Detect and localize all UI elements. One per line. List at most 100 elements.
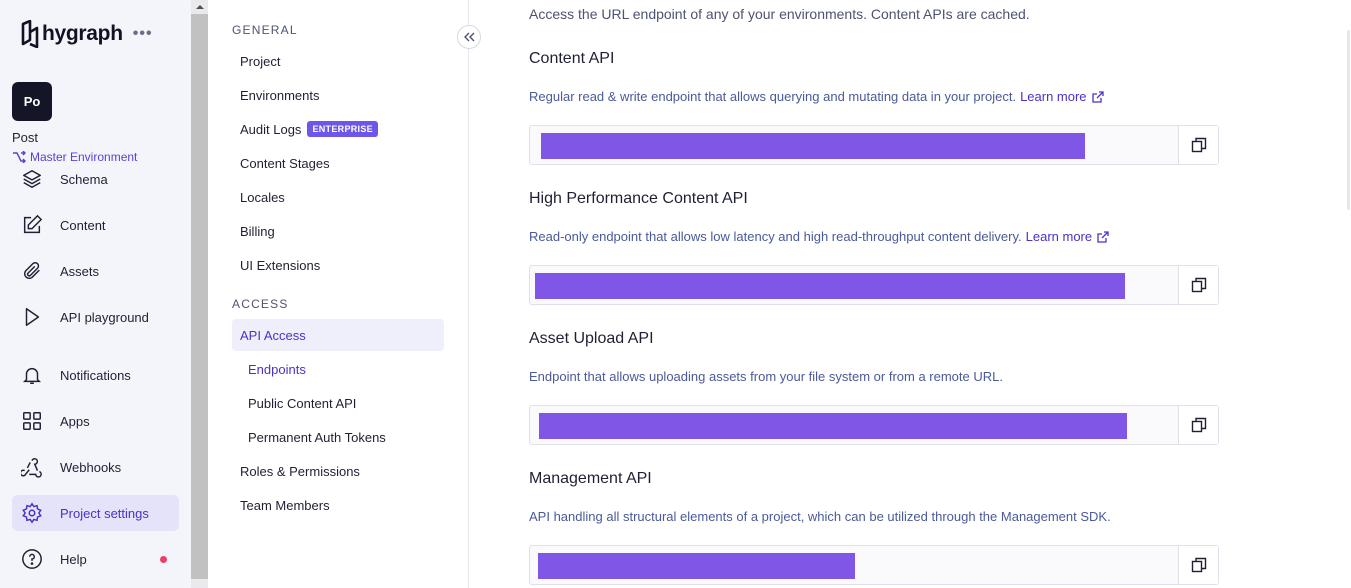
section-title-general: GENERAL [232,23,298,37]
hp-content-api-title: High Performance Content API [529,190,748,207]
copy-icon [1191,137,1206,153]
more-menu-icon[interactable]: ••• [133,25,153,43]
content-api-title: Content API [529,50,615,67]
nav-schema[interactable]: Schema [12,161,179,197]
main-scrollbar[interactable] [1347,30,1350,210]
notification-dot [160,556,167,563]
endpoints-panel: Access the URL endpoint of any of your e… [469,0,1351,588]
menu-item-label: Permanent Auth Tokens [248,429,386,445]
project-avatar[interactable]: Po [12,82,52,121]
menu-item-roles-permissions[interactable]: Roles & Permissions [232,455,444,487]
nav-label: Notifications [60,367,131,383]
menu-item-label: Team Members [240,497,330,513]
help-icon [20,547,44,571]
menu-item-label: Project [240,53,281,69]
description-text: Regular read & write endpoint that allow… [529,89,1017,104]
redacted-url [541,133,1085,159]
hygraph-logo[interactable]: hygraph ••• [20,20,153,48]
page-intro: Access the URL endpoint of any of your e… [529,6,1030,22]
nav-label: Help [60,551,87,567]
menu-item-project[interactable]: Project [232,45,444,77]
menu-item-label: Endpoints [248,361,306,377]
copy-button[interactable] [1178,406,1218,444]
grid-icon [20,409,44,433]
learn-more-label: Learn more [1025,229,1093,244]
nav-help[interactable]: Help [12,541,179,577]
menu-item-content-stages[interactable]: Content Stages [232,147,444,179]
edit-icon [20,213,44,237]
nav-content[interactable]: Content [12,207,179,243]
description-text: API handling all structural elements of … [529,509,1111,524]
gear-icon [20,501,44,525]
menu-item-billing[interactable]: Billing [232,215,444,247]
learn-more-label: Learn more [1020,89,1087,104]
asset-upload-api-url-field[interactable] [529,405,1219,445]
menu-item-endpoints[interactable]: Endpoints [232,353,444,385]
menu-item-label: Locales [240,189,285,205]
nav-webhooks[interactable]: Webhooks [12,449,179,485]
management-api-title: Management API [529,470,652,487]
menu-item-public-content-api[interactable]: Public Content API [232,387,444,419]
collapse-sidebar-button[interactable] [457,25,481,49]
menu-item-label: Billing [240,223,275,239]
layers-icon [20,167,44,191]
menu-item-label: UI Extensions [240,257,321,273]
play-icon [20,305,44,329]
menu-item-audit-logs[interactable]: Audit Logs ENTERPRISE [232,113,444,145]
asset-upload-api-title: Asset Upload API [529,330,654,347]
copy-button[interactable] [1178,546,1218,584]
menu-item-label: Audit Logs [240,121,302,137]
redacted-url [538,553,855,579]
description-text: Endpoint that allows uploading assets fr… [529,369,1003,384]
nav-project-settings[interactable]: Project settings [12,495,179,531]
menu-item-label: API Access [240,327,306,343]
bell-icon [20,363,44,387]
copy-button[interactable] [1178,266,1218,304]
menu-item-locales[interactable]: Locales [232,181,444,213]
management-api-description: API handling all structural elements of … [529,509,1111,524]
menu-item-permanent-auth-tokens[interactable]: Permanent Auth Tokens [232,421,444,453]
settings-menu: GENERAL Project Environments Audit Logs … [208,0,469,588]
nav-apps[interactable]: Apps [12,403,179,439]
external-link-icon [1091,90,1104,103]
redacted-url [535,273,1125,299]
content-api-url-field[interactable] [529,125,1219,165]
nav-notifications[interactable]: Notifications [12,357,179,393]
sidebar-scrollbar-thumb[interactable] [191,14,208,579]
project-name: Post [12,130,39,145]
learn-more-link[interactable]: Learn more [1020,89,1104,104]
description-text: Read-only endpoint that allows low laten… [529,229,1022,244]
hygraph-logo-icon [21,20,39,48]
copy-button[interactable] [1178,126,1218,164]
copy-icon [1191,277,1206,293]
menu-item-label: Content Stages [240,155,330,171]
redacted-url [539,413,1127,439]
nav-label: Schema [60,171,108,187]
menu-item-team-members[interactable]: Team Members [232,489,444,521]
section-title-access: ACCESS [232,297,289,311]
menu-item-api-access[interactable]: API Access [232,319,444,351]
brand-name: hygraph [42,22,123,45]
menu-item-ui-extensions[interactable]: UI Extensions [232,249,444,281]
copy-icon [1191,557,1206,573]
nav-label: Assets [60,263,100,279]
hp-content-api-description: Read-only endpoint that allows low laten… [529,229,1109,244]
menu-item-environments[interactable]: Environments [232,79,444,111]
nav-label: API playground [60,309,149,325]
app-sidebar: hygraph ••• Po Post Master Environment S… [0,0,191,588]
nav-label: Project settings [60,505,149,521]
hp-content-api-url-field[interactable] [529,265,1219,305]
nav-label: Content [60,217,106,233]
webhook-icon [20,455,44,479]
external-link-icon [1097,230,1109,243]
menu-item-label: Public Content API [248,395,357,411]
menu-item-label: Environments [240,87,320,103]
chevrons-left-icon [464,32,475,42]
scroll-up-arrow-icon[interactable] [191,0,208,14]
learn-more-link[interactable]: Learn more [1026,229,1109,244]
management-api-url-field[interactable] [529,545,1219,585]
nav-api-playground[interactable]: API playground [12,299,179,335]
nav-assets[interactable]: Assets [12,253,179,289]
content-api-description: Regular read & write endpoint that allow… [529,89,1104,104]
menu-item-label: Roles & Permissions [240,463,360,479]
